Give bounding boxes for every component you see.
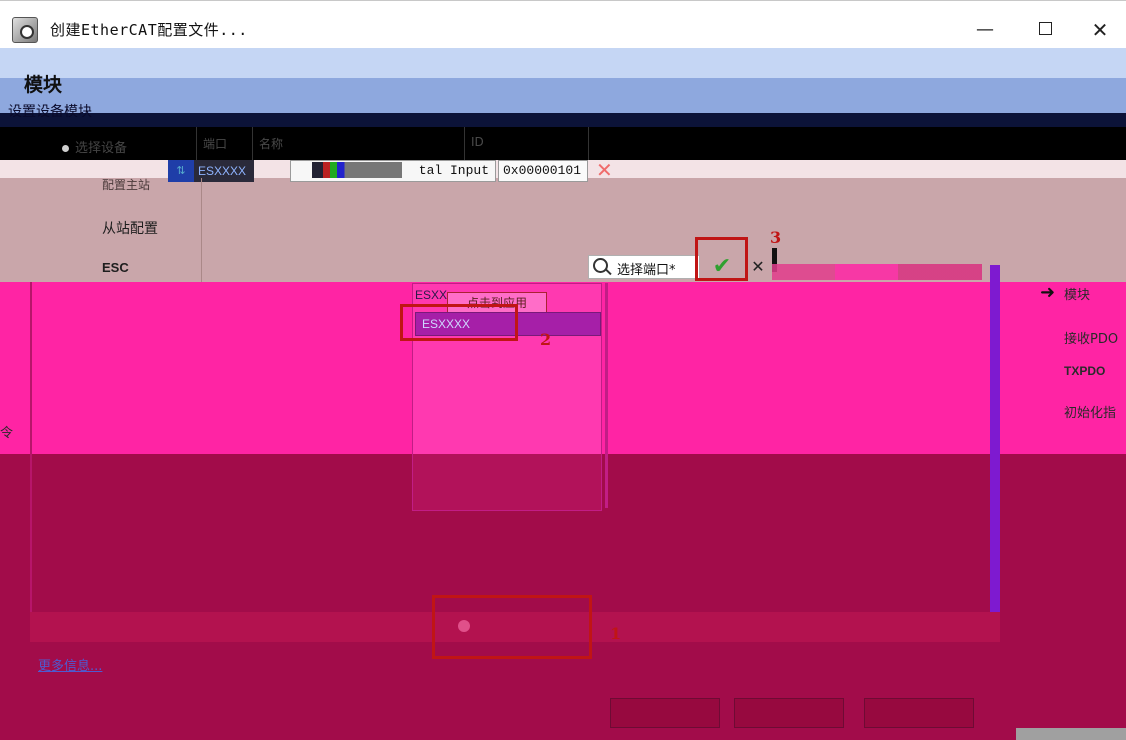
page-subtitle: 设置设备模块 xyxy=(8,104,92,120)
dropdown-current-value: ESXX xyxy=(415,288,448,302)
column-header-name[interactable]: 名称 xyxy=(252,127,464,160)
step-number-1: 1 xyxy=(610,624,622,643)
nav-item-esc[interactable]: ESC xyxy=(102,260,129,275)
left-nav: 配置主站 从站配置 ESC xyxy=(30,178,202,282)
toolbar-band xyxy=(0,113,1126,127)
port-search-placeholder: 选择端口* xyxy=(617,263,676,278)
finish-button[interactable] xyxy=(864,698,974,728)
page-title: 模块 xyxy=(24,74,63,96)
search-icon xyxy=(593,258,608,273)
vertical-scrollbar[interactable] xyxy=(990,265,1000,615)
nav-item-slave-config[interactable]: 从站配置 xyxy=(102,218,158,238)
right-nav-item-txpdo[interactable]: TXPDO xyxy=(1064,364,1105,378)
close-button[interactable]: ✕ xyxy=(1080,15,1120,45)
callout-box-2 xyxy=(400,304,518,341)
column-header-port[interactable]: 端口 xyxy=(196,127,252,160)
right-nav-item-init-commands[interactable]: 初始化指 xyxy=(1064,402,1116,421)
render-artifact-strip xyxy=(772,264,982,280)
resize-grip[interactable] xyxy=(1016,728,1126,740)
subheader-band xyxy=(0,78,1126,113)
minimize-button[interactable]: — xyxy=(965,15,1005,45)
column-header-filler xyxy=(588,127,1126,160)
port-search-input[interactable]: 选择端口* xyxy=(588,255,700,279)
delete-icon[interactable]: ✕ xyxy=(596,160,618,182)
module-grid-header: 端口 名称 ID xyxy=(168,127,1126,160)
callout-box-3 xyxy=(695,237,748,281)
next-button[interactable] xyxy=(734,698,844,728)
header-band xyxy=(0,48,1126,78)
select-device-item[interactable]: 选择设备 xyxy=(62,137,127,156)
step-number-2: 2 xyxy=(540,330,552,349)
cancel-button[interactable]: ✕ xyxy=(748,253,768,281)
column-header-id[interactable]: ID xyxy=(464,127,554,160)
nav-item-master-config[interactable]: 配置主站 xyxy=(102,176,150,193)
step-number-3: 3 xyxy=(770,228,782,247)
render-artifact xyxy=(312,162,402,178)
back-button[interactable] xyxy=(610,698,720,728)
app-icon xyxy=(12,17,38,43)
more-info-link[interactable]: 更多信息... xyxy=(38,655,102,674)
maximize-button[interactable] xyxy=(1025,15,1065,45)
dropdown-lower-area xyxy=(413,454,601,510)
callout-box-1 xyxy=(432,595,592,659)
select-device-label: 选择设备 xyxy=(75,141,128,156)
arrow-right-icon: ➜ xyxy=(1040,282,1056,303)
left-clipped-text: 令 xyxy=(0,426,14,441)
panel-left-edge xyxy=(30,282,32,612)
title-bar: 创建EtherCAT配置文件... — ✕ xyxy=(0,0,1126,48)
window-title: 创建EtherCAT配置文件... xyxy=(50,21,248,39)
panel-divider xyxy=(605,283,608,508)
table-row[interactable]: ⇅ ESXXXX tal Input 0x00000101 ✕ xyxy=(168,160,1126,184)
right-nav-item-module[interactable]: 模块 xyxy=(1064,284,1090,303)
bullet-icon xyxy=(62,145,69,152)
right-nav-item-rxpdo[interactable]: 接收PDO xyxy=(1064,328,1118,347)
row-id-cell[interactable]: 0x00000101 xyxy=(498,160,588,182)
row-port-cell[interactable]: ESXXXX xyxy=(194,160,254,182)
maximize-icon xyxy=(1038,22,1052,35)
